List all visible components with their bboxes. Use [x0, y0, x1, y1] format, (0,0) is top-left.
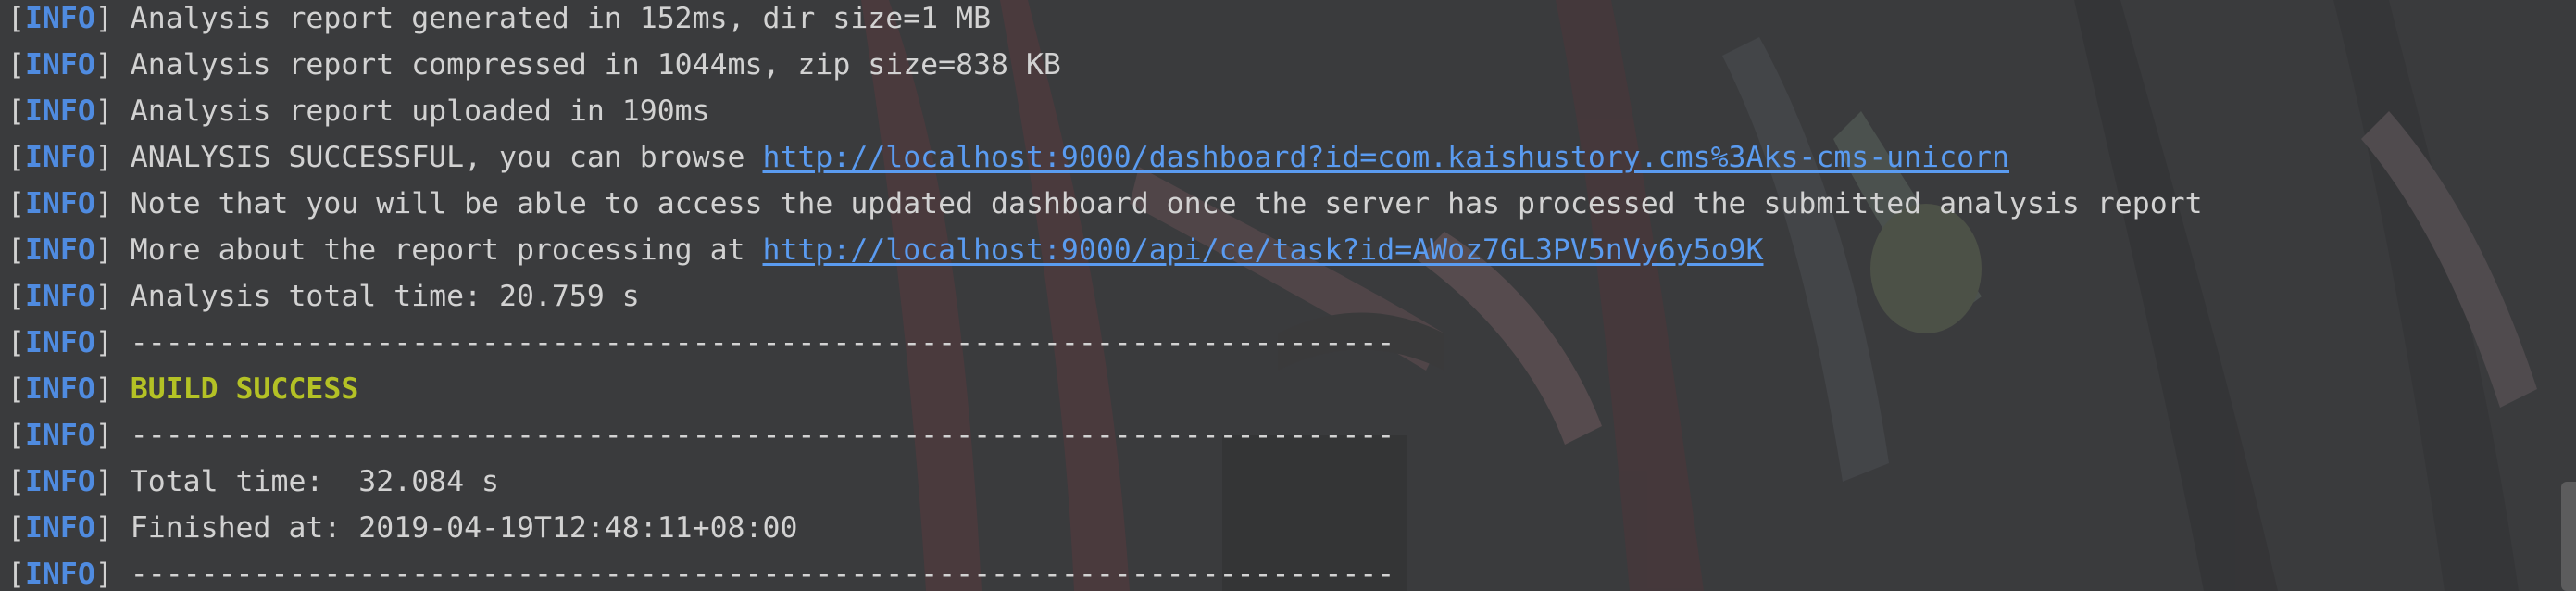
bracket-open: [ [7, 419, 25, 452]
vertical-scrollbar[interactable] [2561, 482, 2576, 591]
bracket-close: ] [94, 48, 131, 82]
bracket-close: ] [94, 419, 131, 452]
log-line: [INFO] Note that you will be able to acc… [7, 181, 2576, 227]
log-level-info: INFO [24, 94, 95, 128]
log-message: Analysis total time: 20.759 s [130, 280, 640, 313]
log-level-info: INFO [24, 2, 95, 35]
bracket-open: [ [7, 2, 25, 35]
log-line: [INFO] Analysis report compressed in 104… [7, 42, 2576, 88]
separator-line: ----------------------------------------… [130, 419, 1395, 452]
bracket-open: [ [7, 233, 25, 267]
log-message: Analysis report generated in 152ms, dir … [130, 2, 992, 35]
log-line: [INFO] ---------------------------------… [7, 412, 2576, 459]
bracket-open: [ [7, 326, 25, 359]
log-level-info: INFO [24, 326, 95, 359]
bracket-open: [ [7, 48, 25, 82]
log-level-info: INFO [24, 419, 95, 452]
separator-line: ----------------------------------------… [130, 326, 1395, 359]
log-message: Analysis report compressed in 1044ms, zi… [130, 48, 1061, 82]
bracket-open: [ [7, 558, 25, 591]
log-line: [INFO] More about the report processing … [7, 227, 2576, 273]
task-link[interactable]: http://localhost:9000/api/ce/task?id=AWo… [763, 233, 1764, 267]
bracket-close: ] [94, 326, 131, 359]
log-line: [INFO] Analysis report generated in 152m… [7, 0, 2576, 42]
log-level-info: INFO [24, 558, 95, 591]
bracket-close: ] [94, 94, 131, 128]
bracket-open: [ [7, 372, 25, 406]
bracket-open: [ [7, 94, 25, 128]
log-level-info: INFO [24, 233, 95, 267]
log-level-info: INFO [24, 48, 95, 82]
log-line: [INFO] Total time: 32.084 s [7, 459, 2576, 505]
bracket-open: [ [7, 280, 25, 313]
bracket-close: ] [94, 280, 131, 313]
build-success-text: BUILD SUCCESS [130, 372, 359, 406]
log-message: Total time: 32.084 s [130, 465, 500, 498]
log-line: [INFO] ANALYSIS SUCCESSFUL, you can brow… [7, 134, 2576, 181]
log-message: Note that you will be able to access the… [130, 187, 2203, 220]
separator-line: ----------------------------------------… [130, 558, 1395, 591]
log-level-info: INFO [24, 465, 95, 498]
log-line: [INFO] Finished at: 2019-04-19T12:48:11+… [7, 505, 2576, 551]
bracket-close: ] [94, 372, 131, 406]
log-message: Finished at: 2019-04-19T12:48:11+08:00 [130, 511, 798, 545]
log-line: [INFO] ---------------------------------… [7, 551, 2576, 591]
log-level-info: INFO [24, 511, 95, 545]
log-line: [INFO] ---------------------------------… [7, 320, 2576, 366]
bracket-close: ] [94, 187, 131, 220]
bracket-open: [ [7, 511, 25, 545]
log-level-info: INFO [24, 187, 95, 220]
bracket-close: ] [94, 511, 131, 545]
log-line: [INFO] BUILD SUCCESS [7, 366, 2576, 412]
bracket-close: ] [94, 141, 131, 174]
log-line: [INFO] Analysis total time: 20.759 s [7, 273, 2576, 320]
log-level-info: INFO [24, 372, 95, 406]
log-level-info: INFO [24, 141, 95, 174]
bracket-open: [ [7, 187, 25, 220]
bracket-close: ] [94, 233, 131, 267]
log-message: More about the report processing at [130, 233, 763, 267]
log-message: Analysis report uploaded in 190ms [130, 94, 710, 128]
log-message: ANALYSIS SUCCESSFUL, you can browse [130, 141, 763, 174]
bracket-close: ] [94, 558, 131, 591]
dashboard-link[interactable]: http://localhost:9000/dashboard?id=com.k… [763, 141, 2010, 174]
log-level-info: INFO [24, 280, 95, 313]
console-output[interactable]: [INFO] Analysis report generated in 152m… [0, 0, 2576, 591]
bracket-close: ] [94, 465, 131, 498]
bracket-open: [ [7, 141, 25, 174]
bracket-open: [ [7, 465, 25, 498]
log-line: [INFO] Analysis report uploaded in 190ms [7, 88, 2576, 134]
bracket-close: ] [94, 2, 131, 35]
